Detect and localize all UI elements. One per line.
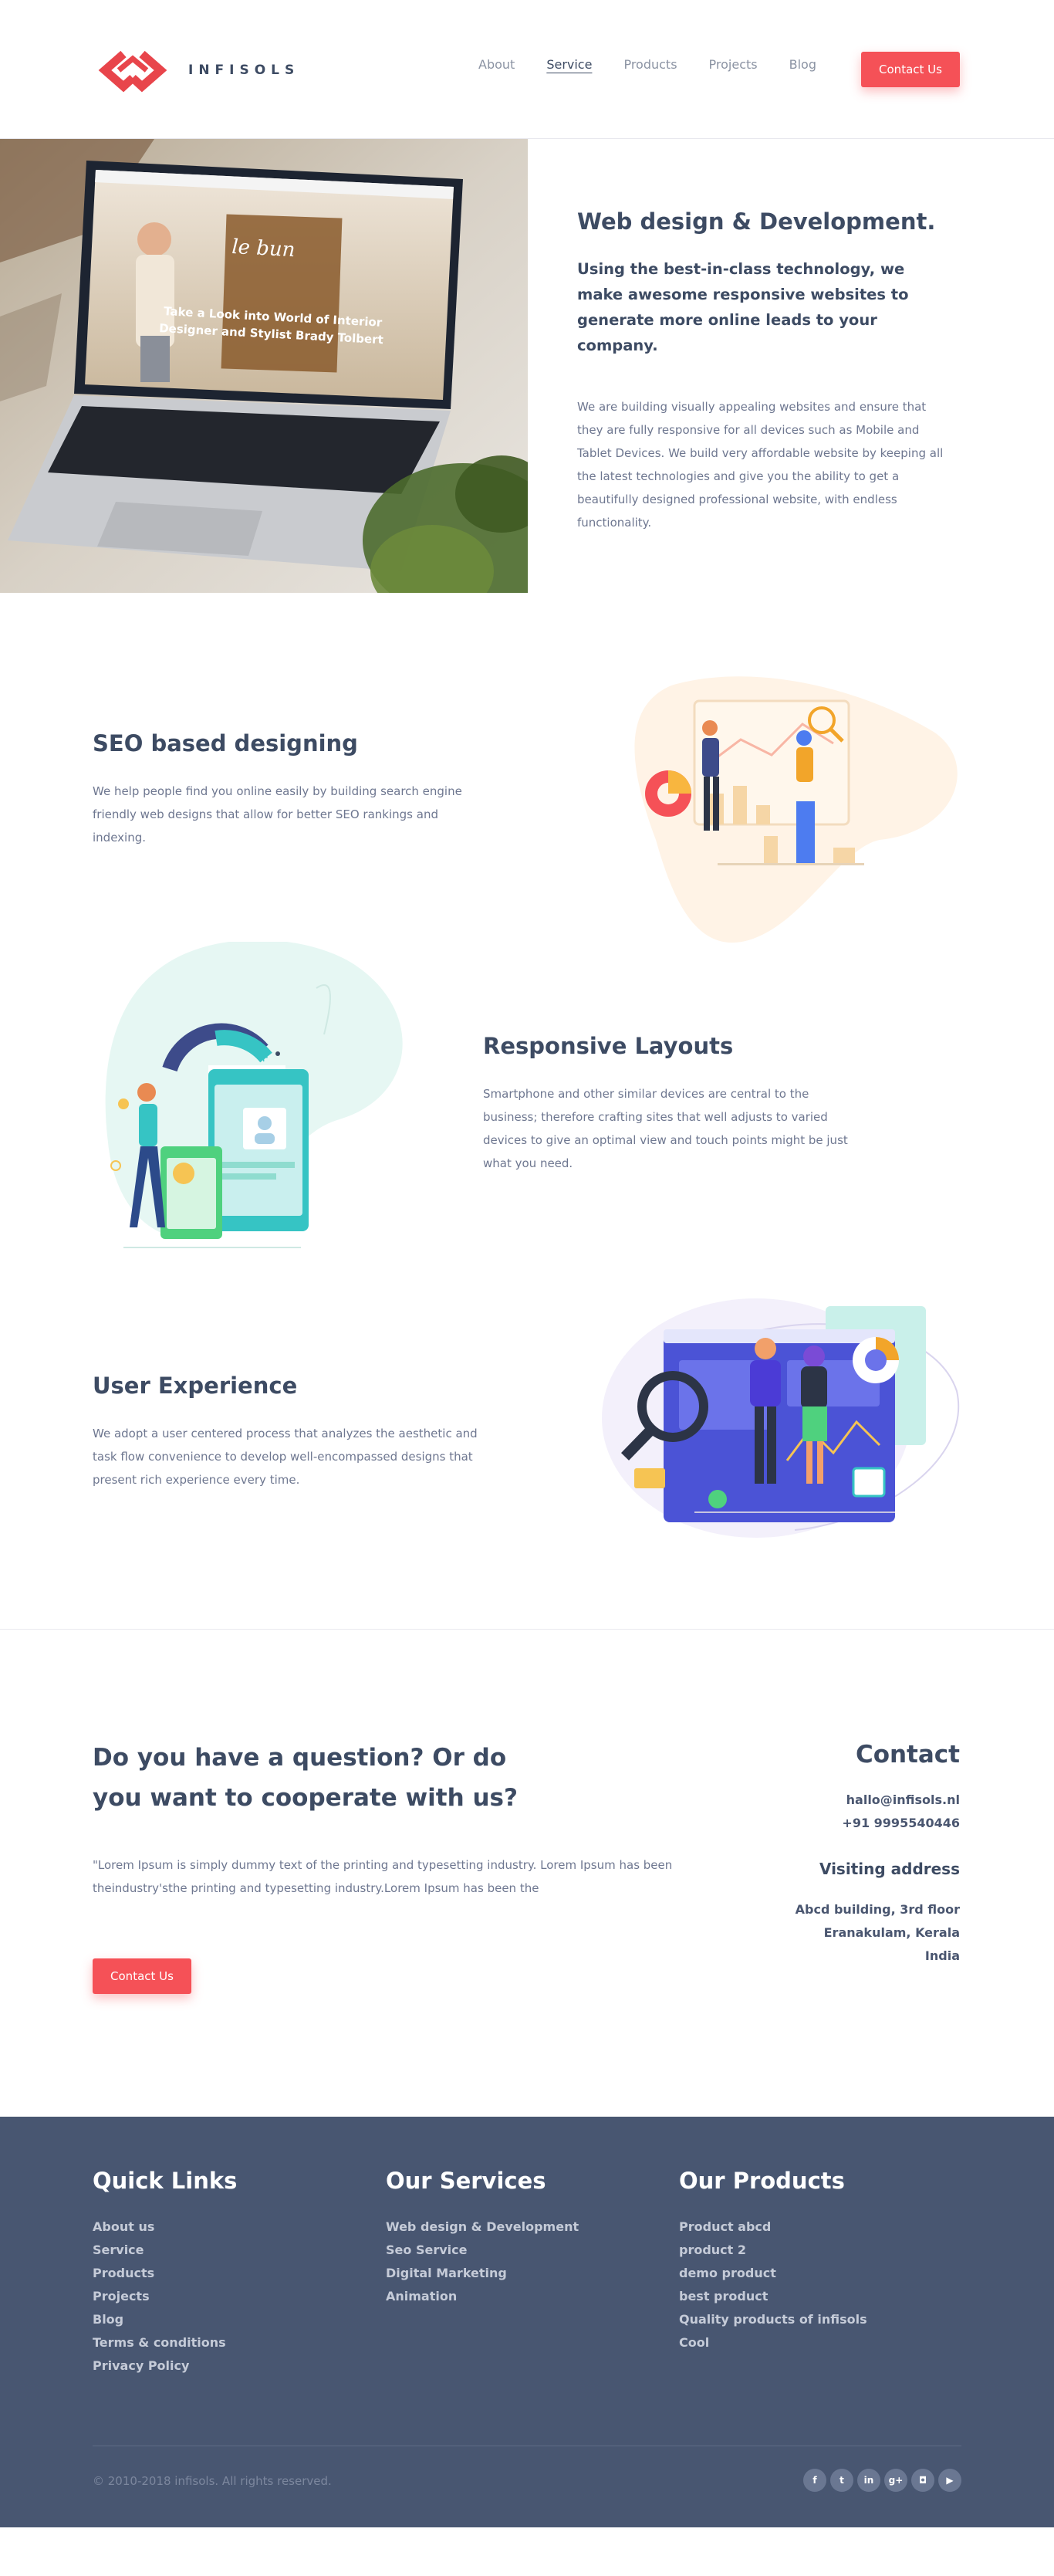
footer-link[interactable]: Terms & conditions: [93, 2331, 237, 2354]
footer-product-link[interactable]: product 2: [679, 2239, 867, 2262]
hero-text: Web design & Development. Using the best…: [577, 208, 955, 534]
feature-seo-text: We help people find you online easily by…: [93, 784, 462, 845]
copyright: © 2010-2018 infisols. All rights reserve…: [93, 2474, 332, 2488]
site-header: INFISOLS About Service Products Projects…: [0, 0, 1054, 139]
logo-mark-icon: [98, 50, 167, 93]
address-line: Eranakulam, Kerala: [823, 1925, 960, 1940]
footer-quick-links-title: Quick Links: [93, 2168, 238, 2194]
address-line: India: [924, 1948, 960, 1963]
feature-ux-text: We adopt a user centered process that an…: [93, 1427, 478, 1487]
feature-responsive: + Responsive Layouts Smartphone and othe…: [0, 942, 1054, 1291]
svg-text:+: +: [258, 1050, 269, 1065]
site-footer: Quick Links About us Service Products Pr…: [0, 2117, 1054, 2527]
footer-services: Our Services Web design & Development Se…: [386, 2168, 579, 2308]
footer-link[interactable]: Projects: [93, 2285, 237, 2308]
instagram-icon[interactable]: ◘: [911, 2469, 934, 2492]
nav-service[interactable]: Service: [546, 57, 592, 72]
footer-product-link[interactable]: best product: [679, 2285, 867, 2308]
nav-about[interactable]: About: [478, 57, 515, 72]
address-line: Abcd building, 3rd floor: [795, 1902, 960, 1917]
social-links: f t in g+ ◘ ▶: [799, 2469, 961, 2492]
laptop-illustration: le bun Take a Look into World of Interio…: [0, 139, 528, 593]
logo[interactable]: INFISOLS: [93, 48, 299, 93]
footer-link[interactable]: Privacy Policy: [93, 2354, 237, 2378]
nav-projects[interactable]: Projects: [709, 57, 758, 72]
twitter-icon[interactable]: t: [830, 2469, 853, 2492]
footer-product-link[interactable]: Cool: [679, 2331, 867, 2354]
google-plus-icon[interactable]: g+: [884, 2469, 907, 2492]
contact-phone[interactable]: +91 9995540446: [796, 1812, 960, 1835]
linkedin-icon[interactable]: in: [857, 2469, 880, 2492]
contact-button[interactable]: Contact Us: [93, 1958, 191, 1994]
nav-blog[interactable]: Blog: [789, 57, 816, 72]
contact-section: Do you have a question? Or do you want t…: [0, 1629, 1054, 2117]
footer-service-link[interactable]: Digital Marketing: [386, 2262, 579, 2285]
feature-ux: User Experience We adopt a user centered…: [0, 1291, 1054, 1629]
footer-link[interactable]: About us: [93, 2215, 237, 2239]
hero-subtitle: Using the best-in-class technology, we m…: [577, 260, 909, 354]
footer-link[interactable]: Service: [93, 2239, 237, 2262]
hero-laptop-image: le bun Take a Look into World of Interio…: [0, 139, 528, 593]
footer-products: Our Products Product abcd product 2 demo…: [679, 2168, 867, 2354]
footer-quick-links: Quick Links About us Service Products Pr…: [93, 2168, 237, 2378]
page: INFISOLS About Service Products Projects…: [0, 0, 1054, 2527]
ux-illustration-icon: [602, 1298, 960, 1538]
feature-seo-title: SEO based designing: [93, 730, 358, 757]
seo-illustration-icon: [634, 676, 958, 943]
nav-products[interactable]: Products: [623, 57, 677, 72]
visiting-address-title: Visiting address: [819, 1860, 960, 1878]
contact-title: Contact: [855, 1741, 960, 1769]
youtube-icon[interactable]: ▶: [938, 2469, 961, 2492]
contact-text: "Lorem Ipsum is simply dummy text of the…: [93, 1858, 673, 1895]
main-nav: About Service Products Projects Blog: [478, 57, 848, 72]
footer-link[interactable]: Blog: [93, 2308, 237, 2331]
footer-product-link[interactable]: Product abcd: [679, 2215, 867, 2239]
feature-responsive-title: Responsive Layouts: [483, 1033, 734, 1059]
feature-seo: SEO based designing We help people find …: [0, 593, 1054, 943]
contact-question: Do you have a question? Or do you want t…: [93, 1744, 518, 1812]
feature-responsive-text: Smartphone and other similar devices are…: [483, 1087, 848, 1170]
footer-product-link[interactable]: demo product: [679, 2262, 867, 2285]
footer-products-title: Our Products: [679, 2168, 845, 2194]
footer-services-title: Our Services: [386, 2168, 546, 2194]
logo-text: INFISOLS: [188, 63, 300, 78]
contact-email[interactable]: hallo@infisols.nl: [796, 1789, 960, 1812]
hero-title: Web design & Development.: [577, 208, 936, 235]
responsive-illustration-icon: +: [105, 942, 403, 1248]
footer-service-link[interactable]: Seo Service: [386, 2239, 579, 2262]
contact-info: Contact hallo@infisols.nl +91 9995540446…: [796, 1741, 960, 1968]
header-contact-button[interactable]: Contact Us: [861, 52, 960, 87]
footer-link[interactable]: Products: [93, 2262, 237, 2285]
feature-ux-title: User Experience: [93, 1373, 298, 1399]
hero-paragraph: We are building visually appealing websi…: [577, 400, 944, 530]
facebook-icon[interactable]: f: [803, 2469, 826, 2492]
hero-image-sign-text: le bun: [231, 235, 296, 262]
footer-service-link[interactable]: Animation: [386, 2285, 579, 2308]
hero-section: le bun Take a Look into World of Interio…: [0, 139, 1054, 593]
footer-product-link[interactable]: Quality products of infisols: [679, 2308, 867, 2331]
footer-service-link[interactable]: Web design & Development: [386, 2215, 579, 2239]
